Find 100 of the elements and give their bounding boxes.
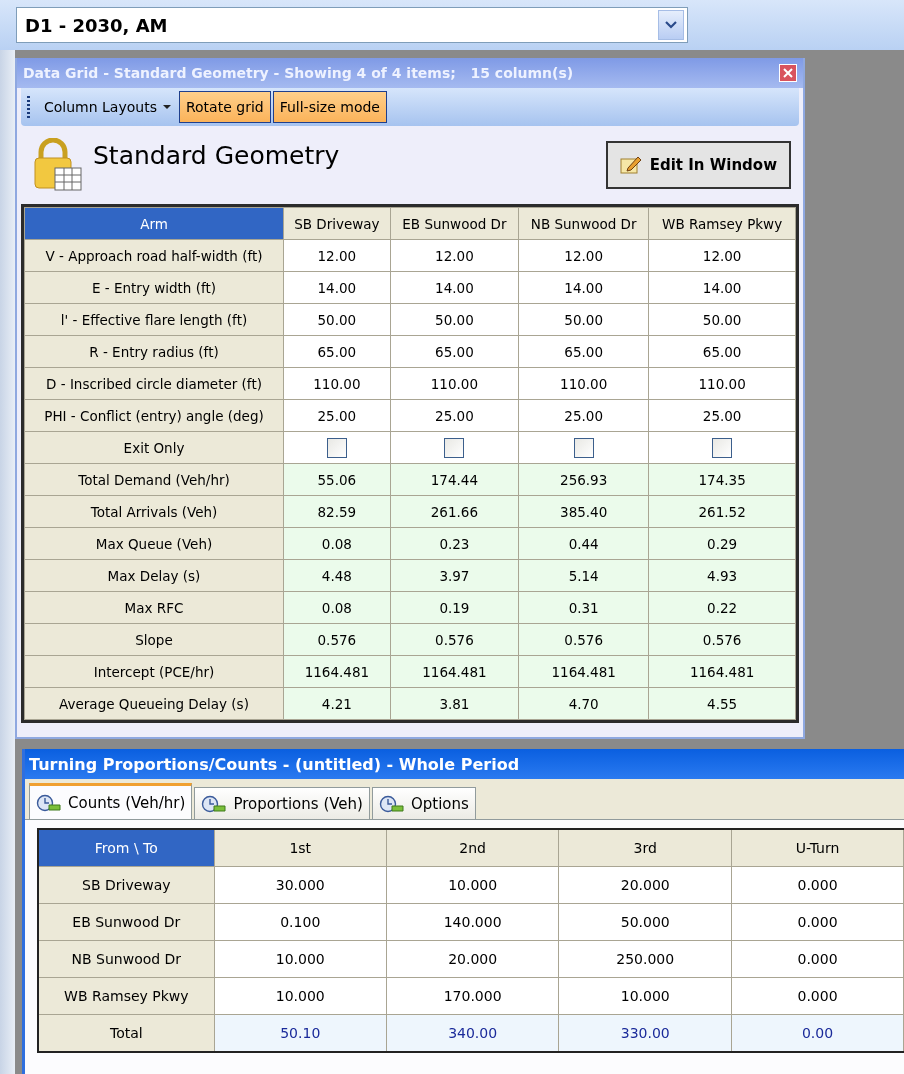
tab[interactable]: Proportions (Veh) (194, 787, 370, 819)
table-cell: 4.70 (518, 687, 649, 720)
row-label: D - Inscribed circle diameter (ft) (24, 367, 284, 400)
table-cell: 10.000 (386, 866, 559, 904)
table-cell: 0.000 (731, 866, 904, 904)
table-cell: 12.00 (283, 239, 391, 272)
table-cell: 330.00 (558, 1014, 732, 1052)
table-cell: 20.000 (558, 866, 732, 904)
row-label: PHI - Conflict (entry) angle (deg) (24, 399, 284, 432)
toolbar-button[interactable]: Rotate grid (178, 91, 271, 123)
table-cell: 0.576 (518, 623, 649, 656)
column-header: NB Sunwood Dr (518, 207, 649, 240)
table-cell: 3.81 (390, 687, 519, 720)
column-header: Arm (24, 207, 284, 240)
column-layouts-dropdown[interactable]: Column Layouts (38, 91, 177, 123)
table-cell: 10.000 (558, 977, 732, 1015)
table-cell: 0.576 (283, 623, 391, 656)
table-cell: 4.93 (648, 559, 796, 592)
section-heading: Standard Geometry (93, 140, 341, 170)
table-cell: 82.59 (283, 495, 391, 528)
table-cell: 65.00 (648, 335, 796, 368)
table-cell: 0.23 (390, 527, 519, 560)
table-cell: 50.00 (283, 303, 391, 336)
table-cell: 5.14 (518, 559, 649, 592)
table-cell: 10.000 (214, 940, 387, 978)
checkbox[interactable] (712, 437, 733, 458)
close-button[interactable] (779, 64, 797, 82)
table-cell: 261.52 (648, 495, 796, 528)
edit-in-window-button[interactable]: Edit In Window (605, 141, 791, 189)
table-cell: 3.97 (390, 559, 519, 592)
table-cell: 25.00 (518, 399, 649, 432)
table-cell: 30.000 (214, 866, 387, 904)
table-cell: 25.00 (648, 399, 796, 432)
row-label: Total Arrivals (Veh) (24, 495, 284, 528)
row-label: Intercept (PCE/hr) (24, 655, 284, 688)
window-title: Turning Proportions/Counts - (untitled) - Whole Period (25, 749, 904, 779)
column-header: From \ To (38, 829, 215, 867)
table-cell: 250.000 (558, 940, 732, 978)
table-cell: 14.00 (283, 271, 391, 304)
row-label: E - Entry width (ft) (24, 271, 284, 304)
row-label: SB Driveway (38, 866, 215, 904)
table-cell: 25.00 (283, 399, 391, 432)
table-cell: 1164.481 (648, 655, 796, 688)
table-cell: 140.000 (386, 903, 559, 941)
row-label: NB Sunwood Dr (38, 940, 215, 978)
table-cell: 50.00 (518, 303, 649, 336)
table-cell: 0.31 (518, 591, 649, 624)
table-cell: 0.08 (283, 591, 391, 624)
table-cell: 10.000 (214, 977, 387, 1015)
table-cell: 0.100 (214, 903, 387, 941)
window-title: Data Grid - Standard Geometry - Showing 4 of 4 items; 15 column(s) (23, 65, 574, 81)
table-cell: 0.22 (648, 591, 796, 624)
table-cell: 65.00 (518, 335, 649, 368)
table-cell: 0.08 (283, 527, 391, 560)
row-label: Max Queue (Veh) (24, 527, 284, 560)
row-label: EB Sunwood Dr (38, 903, 215, 941)
table-cell: 0.29 (648, 527, 796, 560)
checkbox[interactable] (444, 437, 465, 458)
checkbox[interactable] (573, 437, 594, 458)
table-cell: 1164.481 (518, 655, 649, 688)
table-cell: 110.00 (390, 367, 519, 400)
row-label: V - Approach road half-width (ft) (24, 239, 284, 272)
table-cell: 261.66 (390, 495, 519, 528)
table-cell: 0.576 (390, 623, 519, 656)
tab[interactable]: Counts (Veh/hr) (29, 783, 193, 819)
row-label: Average Queueing Delay (s) (24, 687, 284, 720)
table-cell: 4.21 (283, 687, 391, 720)
table-cell: 0.19 (390, 591, 519, 624)
clock-car-icon (201, 794, 228, 813)
checkbox[interactable] (326, 437, 347, 458)
table-cell: 0.00 (731, 1014, 904, 1052)
table-cell: 12.00 (648, 239, 796, 272)
row-label: Total Demand (Veh/hr) (24, 463, 284, 496)
table-cell: 1164.481 (283, 655, 391, 688)
table-cell: 170.000 (386, 977, 559, 1015)
table-cell: 65.00 (283, 335, 391, 368)
table-cell: 50.00 (390, 303, 519, 336)
column-header: 1st (214, 829, 387, 867)
table-cell: 0.000 (731, 903, 904, 941)
table-cell: 110.00 (283, 367, 391, 400)
row-label: Slope (24, 623, 284, 656)
column-header: WB Ramsey Pkwy (648, 207, 796, 240)
table-cell: 256.93 (518, 463, 649, 496)
tab[interactable]: Options (371, 787, 476, 819)
column-header: U-Turn (731, 829, 904, 867)
scenario-dropdown[interactable]: D1 - 2030, AM (16, 7, 688, 43)
caret-icon (162, 105, 171, 109)
row-label: Total (38, 1014, 215, 1052)
table-cell: 50.000 (558, 903, 732, 941)
table-cell: 340.00 (386, 1014, 559, 1052)
column-header: EB Sunwood Dr (390, 207, 519, 240)
table-cell: 50.10 (214, 1014, 387, 1052)
column-header: 2nd (386, 829, 559, 867)
table-cell: 0.44 (518, 527, 649, 560)
column-header: SB Driveway (283, 207, 391, 240)
row-label: Exit Only (24, 431, 284, 464)
table-cell: 174.35 (648, 463, 796, 496)
row-label: l' - Effective flare length (ft) (24, 303, 284, 336)
toolbar-button[interactable]: Full-size mode (272, 91, 387, 123)
table-cell: 12.00 (518, 239, 649, 272)
